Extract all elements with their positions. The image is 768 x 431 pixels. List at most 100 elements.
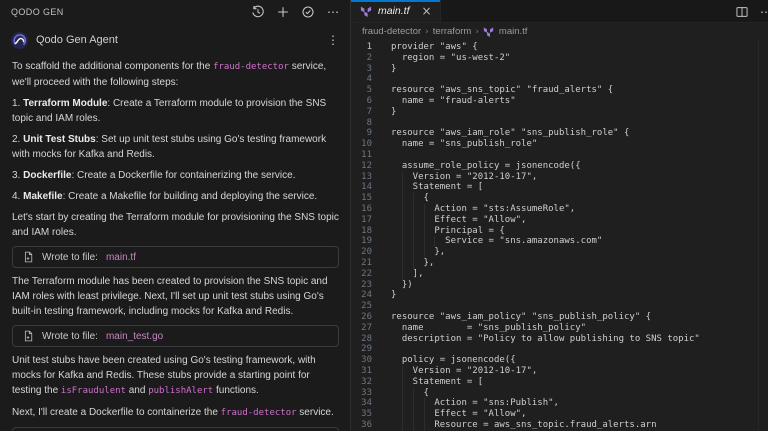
message-kebab-icon[interactable]: ⋮ <box>325 32 341 48</box>
wrote-to-file-filename[interactable]: main.tf <box>106 250 136 265</box>
code-line[interactable]: 19 Service = "sns.amazonaws.com" <box>351 236 768 248</box>
code-line[interactable]: 8 <box>351 118 768 129</box>
code-line[interactable]: 1 provider "aws" { <box>351 42 768 53</box>
line-number: 32 <box>361 376 372 387</box>
terraform-icon <box>360 5 372 17</box>
line-number: 7 <box>366 106 372 117</box>
indent-guide <box>423 419 425 431</box>
code-line[interactable]: 29 <box>351 344 768 355</box>
code-line[interactable]: 4 <box>351 74 768 85</box>
wrote-to-file-card[interactable]: Wrote to file: main.tf <box>12 246 339 268</box>
indent-guide <box>401 398 403 410</box>
code-line[interactable]: 25 <box>351 301 768 312</box>
indent-guide <box>401 365 403 377</box>
breadcrumb-item[interactable]: main.tf <box>499 26 528 37</box>
line-number: 3 <box>366 63 372 74</box>
chat-text: Terraform Module <box>23 98 108 109</box>
editor-scrollbar[interactable] <box>758 40 768 431</box>
code-line[interactable]: 27 name = "sns_publish_policy" <box>351 323 768 334</box>
breadcrumb-separator: › <box>475 26 479 37</box>
chat-text: Next, I'll create a Dockerfile to contai… <box>12 407 221 418</box>
wrote-to-file-card[interactable]: Wrote to file: Dockerfile <box>12 427 339 431</box>
inline-code: fraud-detector <box>213 62 289 72</box>
code-line[interactable]: 32 Statement = [ <box>351 376 768 388</box>
line-text: resource "aws_iam_role" "sns_publish_rol… <box>391 128 630 139</box>
panel-actions: ⋯ <box>250 4 341 20</box>
code-line[interactable]: 16 Action = "sts:AssumeRole", <box>351 203 768 215</box>
code-line[interactable]: 24} <box>351 290 768 301</box>
line-number: 16 <box>361 203 372 214</box>
editor-more-icon[interactable]: ⋯ <box>758 4 768 20</box>
chat-text: 2. <box>12 134 24 145</box>
line-text: } <box>391 106 397 117</box>
code-line[interactable]: 31 Version = "2012-10-17", <box>351 365 768 377</box>
code-line[interactable]: 12 assume_role_policy = jsonencode({ <box>351 161 768 172</box>
code-line[interactable]: 18 Principal = { <box>351 225 768 237</box>
chat-paragraph: The Terraform module has been created to… <box>12 274 339 319</box>
code-line[interactable]: 20 }, <box>351 247 768 258</box>
indent-guide <box>412 225 414 237</box>
chat-text: Dockerfile <box>23 170 72 181</box>
split-editor-icon[interactable] <box>734 4 750 20</box>
line-number: 4 <box>366 74 372 85</box>
code-line[interactable]: 10 name = "sns_publish_role" <box>351 139 768 150</box>
breadcrumb-item[interactable]: terraform <box>433 26 472 37</box>
code-line[interactable]: 15 { <box>351 193 768 204</box>
tab-main-tf[interactable]: main.tf × <box>351 0 441 22</box>
code-line[interactable]: 23 }) <box>351 280 768 291</box>
line-text: assume_role_policy = jsonencode({ <box>391 160 581 171</box>
line-text: Principal = { <box>391 225 505 237</box>
line-text: { <box>391 193 429 204</box>
code-line[interactable]: 22 ], <box>351 268 768 280</box>
code-line[interactable]: 28 description = "Policy to allow publis… <box>351 334 768 345</box>
code-line[interactable]: 30 policy = jsonencode({ <box>351 355 768 366</box>
line-number: 1 <box>366 42 372 52</box>
indent-guide <box>423 203 425 215</box>
code-line[interactable]: 21 }, <box>351 257 768 269</box>
line-number: 6 <box>366 95 372 106</box>
code-line[interactable]: 3} <box>351 64 768 75</box>
close-icon[interactable]: × <box>422 4 432 18</box>
new-chat-icon[interactable] <box>275 4 291 20</box>
code-line[interactable]: 7} <box>351 107 768 118</box>
chat-paragraph: 4. Makefile: Create a Makefile for build… <box>12 189 339 204</box>
editor-tab-bar: main.tf × ⋯ <box>351 0 768 23</box>
inline-code: fraud-detector <box>220 408 297 418</box>
code-line[interactable]: 35 Effect = "Allow", <box>351 409 768 420</box>
indent-guide <box>423 236 425 248</box>
code-line[interactable]: 2 region = "us-west-2" <box>351 53 768 64</box>
chat-text: 3. <box>12 170 24 181</box>
code-line[interactable]: 17 Effect = "Allow", <box>351 214 768 226</box>
code-line[interactable]: 9 resource "aws_iam_role" "sns_publish_ro… <box>351 128 768 139</box>
line-number: 17 <box>361 214 372 225</box>
code-line[interactable]: 14 Statement = [ <box>351 182 768 194</box>
code-line[interactable]: 6 name = "fraud-alerts" <box>351 96 768 107</box>
code-line[interactable]: 13 Version = "2012-10-17", <box>351 171 768 183</box>
more-icon[interactable]: ⋯ <box>325 4 341 20</box>
line-number: 26 <box>361 311 372 322</box>
line-text: Action = "sns:Publish", <box>391 398 559 410</box>
code-line[interactable]: 36 Resource = aws_sns_topic.fraud_alerts… <box>351 419 768 431</box>
line-text: name = "sns_publish_role" <box>391 139 538 150</box>
chat-messages: To scaffold the additional components fo… <box>0 52 350 431</box>
code-line[interactable]: 34 Action = "sns:Publish", <box>351 398 768 410</box>
code-line[interactable]: 11 <box>351 150 768 161</box>
code-line[interactable]: 33 { <box>351 387 768 399</box>
breadcrumb-item[interactable]: fraud-detector <box>362 26 421 37</box>
code-area[interactable]: 1 provider "aws" {2 region = "us-west-2" 3… <box>351 40 768 431</box>
history-icon[interactable] <box>250 4 266 20</box>
line-text: Action = "sts:AssumeRole", <box>391 203 576 215</box>
line-text: } <box>391 63 397 74</box>
line-number: 14 <box>361 182 372 193</box>
indent-guide <box>401 387 403 399</box>
line-number: 21 <box>361 257 372 268</box>
check-circle-icon[interactable] <box>300 4 316 20</box>
wrote-to-file-card[interactable]: Wrote to file: main_test.go <box>12 325 339 347</box>
code-line[interactable]: 5 resource "aws_sns_topic" "fraud_alerts"… <box>351 85 768 96</box>
line-text: }, <box>391 257 434 269</box>
indent-guide <box>423 398 425 410</box>
indent-guide <box>401 236 403 248</box>
wrote-to-file-filename[interactable]: main_test.go <box>106 329 163 344</box>
code-line[interactable]: 26 resource "aws_iam_policy" "sns_publish… <box>351 312 768 323</box>
line-number: 30 <box>361 355 372 366</box>
